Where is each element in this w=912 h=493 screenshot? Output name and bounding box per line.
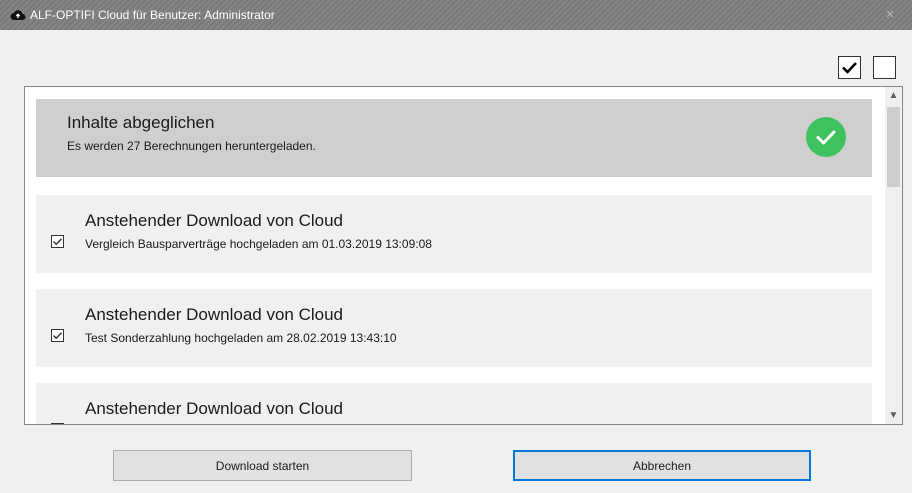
status-subtitle: Es werden 27 Berechnungen heruntergelade… [67, 139, 316, 153]
select-all-checkbox[interactable] [838, 56, 861, 79]
list-item[interactable]: Anstehender Download von Cloud Vergleich… [36, 195, 872, 273]
scroll-thumb[interactable] [887, 107, 900, 187]
item-checkbox[interactable] [51, 235, 64, 248]
cancel-button[interactable]: Abbrechen [513, 450, 811, 481]
scroll-down-arrow-icon[interactable]: ▼ [885, 407, 902, 424]
cloud-icon [10, 10, 26, 20]
title-bar: ALF-OPTIFI Cloud für Benutzer: Administr… [0, 0, 912, 30]
item-checkbox[interactable] [51, 329, 64, 342]
sync-status-card: Inhalte abgeglichen Es werden 27 Berechn… [36, 99, 872, 177]
list-item[interactable]: Anstehender Download von Cloud Test Sond… [36, 289, 872, 367]
vertical-scrollbar[interactable]: ▲ ▼ [885, 87, 902, 424]
item-subtitle: Vergleich Bausparverträge hochgeladen am… [85, 237, 432, 251]
download-start-button[interactable]: Download starten [113, 450, 412, 481]
scroll-up-arrow-icon[interactable]: ▲ [885, 87, 902, 104]
close-button[interactable]: × [868, 0, 912, 30]
item-title: Anstehender Download von Cloud [85, 211, 344, 230]
item-subtitle: Test Sonderzahlung hochgeladen am 28.02.… [85, 331, 397, 345]
item-title: Anstehender Download von Cloud [85, 399, 344, 418]
success-badge [806, 117, 846, 157]
item-checkbox[interactable] [51, 423, 64, 425]
deselect-all-checkbox[interactable] [873, 56, 896, 79]
window-title: ALF-OPTIFI Cloud für Benutzer: Administr… [30, 8, 275, 22]
checkbox-checked-icon [842, 62, 857, 74]
download-list[interactable]: Inhalte abgeglichen Es werden 27 Berechn… [24, 86, 903, 425]
status-title: Inhalte abgeglichen [67, 113, 215, 132]
checkmark-icon [816, 130, 836, 145]
list-item[interactable]: Anstehender Download von Cloud [36, 383, 872, 425]
item-title: Anstehender Download von Cloud [85, 305, 344, 324]
